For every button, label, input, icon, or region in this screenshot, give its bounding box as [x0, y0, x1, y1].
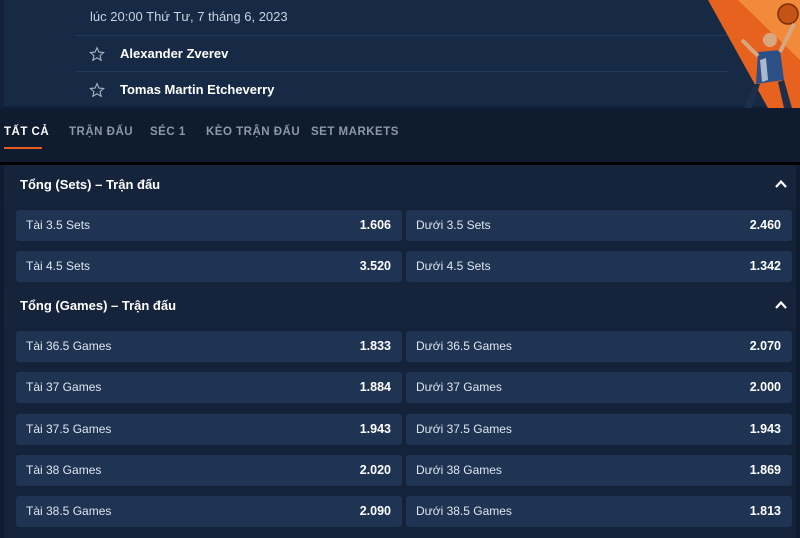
market-games: Tài 36.5 Games 1.833 Dưới 36.5 Games 2.0…: [4, 326, 796, 538]
odd-button-over[interactable]: Tài 4.5 Sets 3.520: [16, 251, 402, 282]
player-row-2: Tomas Martin Etcheverry: [76, 71, 728, 107]
odd-label: Tài 36.5 Games: [26, 339, 112, 353]
tab-match[interactable]: TRẬN ĐẤU: [69, 126, 133, 138]
odd-button-under[interactable]: Dưới 36.5 Games 2.070: [406, 331, 792, 362]
odd-price: 1.943: [359, 422, 391, 436]
tab-set-1[interactable]: SÉC 1: [150, 126, 186, 138]
odd-price: 1.606: [359, 218, 391, 232]
odd-label: Tài 4.5 Sets: [26, 259, 91, 273]
odd-label: Tài 38.5 Games: [26, 504, 112, 518]
odd-label: Dưới 37.5 Games: [416, 422, 512, 436]
odd-price: 2.460: [749, 218, 781, 232]
tab-set-markets[interactable]: SET MARKETS: [311, 126, 399, 138]
odd-price: 1.884: [359, 380, 391, 394]
odd-button-over[interactable]: Tài 38.5 Games 2.090: [16, 496, 402, 527]
chevron-up-icon[interactable]: [774, 298, 788, 312]
odd-price: 3.520: [359, 259, 391, 273]
odd-price: 1.342: [749, 259, 781, 273]
chevron-up-icon[interactable]: [774, 177, 788, 191]
odd-button-over[interactable]: Tài 37 Games 1.884: [16, 372, 402, 403]
odd-button-under[interactable]: Dưới 37 Games 2.000: [406, 372, 792, 403]
odd-button-under[interactable]: Dưới 38 Games 1.869: [406, 455, 792, 486]
section-header-games[interactable]: Tổng (Games) – Trận đấu: [4, 286, 796, 326]
odd-label: Tài 38 Games: [26, 463, 102, 477]
odd-label: Dưới 38 Games: [416, 463, 502, 477]
odd-label: Tài 37.5 Games: [26, 422, 112, 436]
active-tab-indicator: [4, 147, 42, 149]
odd-label: Dưới 36.5 Games: [416, 339, 512, 353]
odd-price: 2.000: [749, 380, 781, 394]
star-icon[interactable]: [89, 45, 105, 62]
odd-button-over[interactable]: Tài 37.5 Games 1.943: [16, 414, 402, 445]
odd-price: 1.943: [749, 422, 781, 436]
section-title-sets: Tổng (Sets) – Trận đấu: [20, 177, 161, 192]
odd-button-over[interactable]: Tài 3.5 Sets 1.606: [16, 210, 402, 241]
match-header: lúc 20:00 Thứ Tư, 7 tháng 6, 2023 Alexan…: [0, 0, 800, 108]
odd-label: Dưới 38.5 Games: [416, 504, 512, 518]
odd-price: 1.833: [359, 339, 391, 353]
player-name-1: Alexander Zverev: [120, 46, 229, 61]
player-row-1: Alexander Zverev: [76, 35, 728, 71]
market-tabs: TẤT CẢ TRẬN ĐẤU SÉC 1 KÈO TRẬN ĐẤU SET M…: [0, 110, 800, 165]
odd-button-over[interactable]: Tài 38 Games 2.020: [16, 455, 402, 486]
odd-button-under[interactable]: Dưới 4.5 Sets 1.342: [406, 251, 792, 282]
odd-label: Dưới 3.5 Sets: [416, 218, 491, 232]
odd-label: Tài 3.5 Sets: [26, 218, 91, 232]
odd-price: 1.869: [749, 463, 781, 477]
tab-match-odds[interactable]: KÈO TRẬN ĐẤU: [206, 126, 300, 138]
tennis-player-promo-image: [708, 0, 800, 108]
section-header-sets[interactable]: Tổng (Sets) – Trận đấu: [4, 165, 796, 205]
odd-label: Dưới 4.5 Sets: [416, 259, 491, 273]
star-icon[interactable]: [89, 81, 105, 98]
odd-label: Tài 37 Games: [26, 380, 102, 394]
odd-button-over[interactable]: Tài 36.5 Games 1.833: [16, 331, 402, 362]
odd-button-under[interactable]: Dưới 38.5 Games 1.813: [406, 496, 792, 527]
section-title-games: Tổng (Games) – Trận đấu: [20, 298, 177, 313]
odd-price: 2.020: [359, 463, 391, 477]
odd-price: 2.090: [359, 504, 391, 518]
odd-price: 1.813: [749, 504, 781, 518]
market-sets: Tài 3.5 Sets 1.606 Dưới 3.5 Sets 2.460 T…: [4, 205, 796, 287]
odd-label: Dưới 37 Games: [416, 380, 502, 394]
tab-all[interactable]: TẤT CẢ: [4, 126, 49, 138]
odd-button-under[interactable]: Dưới 37.5 Games 1.943: [406, 414, 792, 445]
player-name-2: Tomas Martin Etcheverry: [120, 82, 275, 97]
odd-button-under[interactable]: Dưới 3.5 Sets 2.460: [406, 210, 792, 241]
match-header-panel: lúc 20:00 Thứ Tư, 7 tháng 6, 2023 Alexan…: [4, 0, 796, 106]
odd-price: 2.070: [749, 339, 781, 353]
match-time: lúc 20:00 Thứ Tư, 7 tháng 6, 2023: [90, 9, 288, 24]
